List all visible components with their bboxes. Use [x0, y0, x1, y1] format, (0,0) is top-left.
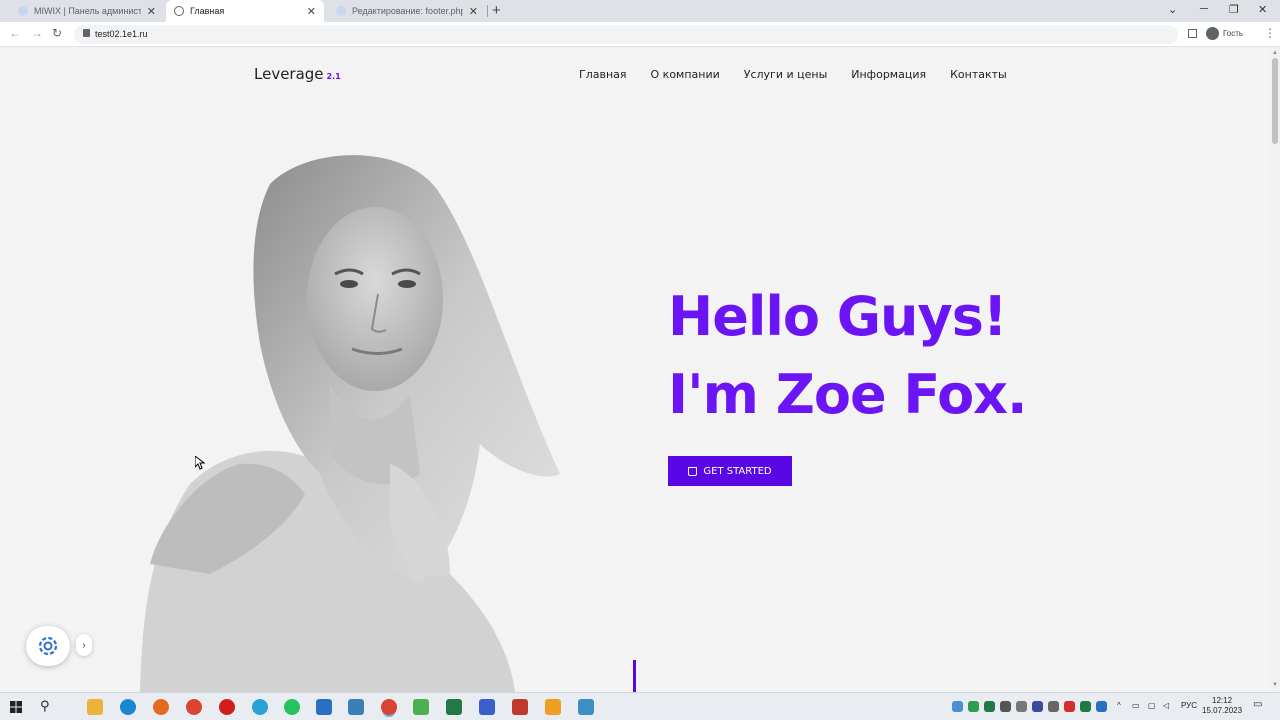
minimize-icon[interactable]: ─ — [1200, 3, 1208, 15]
chrome-active-icon[interactable] — [381, 699, 397, 715]
chevron-right-icon: › — [82, 639, 86, 651]
tray-app-icon[interactable] — [1096, 701, 1107, 712]
tray-app-icon[interactable] — [1064, 701, 1075, 712]
profile-button[interactable]: Гость — [1206, 27, 1243, 40]
nav-item-info[interactable]: Информация — [851, 68, 926, 81]
tab-search-icon[interactable]: ⌄ — [1168, 3, 1177, 16]
get-started-label: GET STARTED — [703, 465, 772, 477]
close-icon[interactable]: ✕ — [147, 5, 156, 18]
excel-icon[interactable] — [446, 699, 462, 715]
address-bar[interactable]: test02.1e1.ru — [74, 25, 1178, 44]
tray-app-icon[interactable] — [1048, 701, 1059, 712]
monitor-icon[interactable]: ▢ — [1148, 701, 1156, 710]
tray-app-icon[interactable] — [952, 701, 963, 712]
tray-app-icon[interactable] — [984, 701, 995, 712]
tray-app-icon[interactable] — [1032, 701, 1043, 712]
url-text[interactable]: test02.1e1.ru — [95, 29, 148, 39]
logo-version: 2.1 — [326, 72, 341, 81]
main-nav: Главная О компании Услуги и цены Информа… — [579, 68, 1007, 81]
tray-app-icon[interactable] — [968, 701, 979, 712]
yandex-browser-icon[interactable] — [219, 699, 235, 715]
tab-home[interactable]: Главная ✕ — [166, 0, 324, 22]
nav-item-contacts[interactable]: Контакты — [950, 68, 1007, 81]
image-viewer-icon[interactable] — [348, 699, 364, 715]
notepad-icon[interactable] — [413, 699, 429, 715]
windows-start-icon[interactable] — [10, 701, 22, 713]
tab-title: MIWIX | Панель администратора — [34, 6, 141, 16]
side-panel-icon[interactable] — [1188, 29, 1197, 38]
edge-icon[interactable] — [120, 699, 136, 715]
filezilla-icon[interactable] — [512, 699, 528, 715]
pen-app-icon[interactable] — [316, 699, 332, 715]
get-started-button[interactable]: GET STARTED — [668, 456, 792, 486]
tab-title: Главная — [190, 6, 225, 16]
scroll-indicator-line — [633, 660, 636, 692]
scrollbar-thumb[interactable] — [1272, 58, 1278, 144]
scroll-down-icon[interactable]: ▼ — [1272, 682, 1278, 688]
clock-date: 15.07.2023 — [1202, 706, 1243, 715]
tray-app-icon[interactable] — [1000, 701, 1011, 712]
menu-dots-icon[interactable]: ⋮ — [1264, 26, 1276, 40]
tab-title: Редактирование: footer.php — [352, 6, 463, 16]
photo-app-icon[interactable] — [578, 699, 594, 715]
windows-taskbar: ⚲ ^ ▭ ▢ ◁ РУС 12:12 15.07.2023 ▭ — [0, 692, 1280, 720]
firefox-icon[interactable] — [153, 699, 169, 715]
tab-favicon-icon — [18, 6, 28, 16]
tray-app-icon[interactable] — [1016, 701, 1027, 712]
browser-toolbar: ← → ↻ test02.1e1.ru Гость ⋮ — [0, 22, 1280, 47]
chevron-up-icon[interactable]: ^ — [1117, 701, 1121, 710]
tab-edit-footer[interactable]: Редактирование: footer.php ✕ — [328, 0, 486, 22]
cup-icon — [688, 466, 698, 476]
network-icon[interactable]: ▭ — [1132, 701, 1140, 710]
file-explorer-icon[interactable] — [87, 699, 103, 715]
whatsapp-icon[interactable] — [284, 699, 300, 715]
nav-item-about[interactable]: О компании — [651, 68, 720, 81]
telegram-icon[interactable] — [252, 699, 268, 715]
tab-separator — [487, 5, 488, 17]
tab-favicon-icon — [336, 6, 346, 16]
page-scrollbar[interactable]: ▲ ▼ — [1270, 48, 1280, 692]
sticky-app-icon[interactable] — [545, 699, 561, 715]
volume-icon[interactable]: ◁ — [1163, 701, 1169, 710]
back-icon[interactable]: ← — [9, 26, 21, 40]
tray-app-icon[interactable] — [1080, 701, 1091, 712]
hero-line-2: I'm Zoe Fox. — [668, 363, 1028, 426]
avatar-icon — [1206, 27, 1219, 40]
forward-icon[interactable]: → — [31, 26, 43, 40]
hero-portrait-image — [140, 155, 560, 692]
search-icon[interactable]: ⚲ — [40, 698, 50, 714]
tab-admin-panel[interactable]: MIWIX | Панель администратора ✕ — [10, 0, 164, 22]
gear-icon — [38, 636, 58, 656]
language-indicator[interactable]: РУС — [1181, 701, 1197, 710]
mouse-cursor-icon — [195, 456, 205, 470]
hero-headline: Hello Guys! I'm Zoe Fox. — [668, 278, 1028, 434]
restore-icon[interactable]: ❐ — [1229, 3, 1239, 16]
settings-button[interactable] — [26, 626, 70, 666]
window-close-icon[interactable]: ✕ — [1258, 3, 1267, 16]
nav-item-home[interactable]: Главная — [579, 68, 627, 81]
save-app-icon[interactable] — [479, 699, 495, 715]
logo-text: Leverage — [254, 65, 324, 83]
notifications-icon[interactable]: ▭ — [1253, 699, 1262, 710]
scroll-up-icon[interactable]: ▲ — [1272, 50, 1278, 56]
lock-icon[interactable] — [83, 29, 90, 37]
taskbar-clock[interactable]: 12:12 15.07.2023 — [1202, 696, 1242, 716]
expand-panel-button[interactable]: › — [76, 634, 92, 656]
browser-tabstrip: MIWIX | Панель администратора ✕ Главная … — [0, 0, 1280, 22]
new-tab-button[interactable]: + — [492, 2, 501, 19]
reload-icon[interactable]: ↻ — [52, 26, 62, 40]
web-page: Leverage 2.1 Главная О компании Услуги и … — [0, 48, 1270, 692]
clock-time: 12:12 — [1212, 696, 1233, 705]
globe-icon — [174, 6, 184, 16]
profile-label: Гость — [1223, 29, 1244, 38]
close-icon[interactable]: ✕ — [469, 5, 478, 18]
chrome-icon[interactable] — [186, 699, 202, 715]
site-logo[interactable]: Leverage 2.1 — [254, 65, 341, 83]
close-icon[interactable]: ✕ — [307, 5, 316, 18]
nav-item-services[interactable]: Услуги и цены — [744, 68, 828, 81]
hero-line-1: Hello Guys! — [668, 285, 1007, 348]
